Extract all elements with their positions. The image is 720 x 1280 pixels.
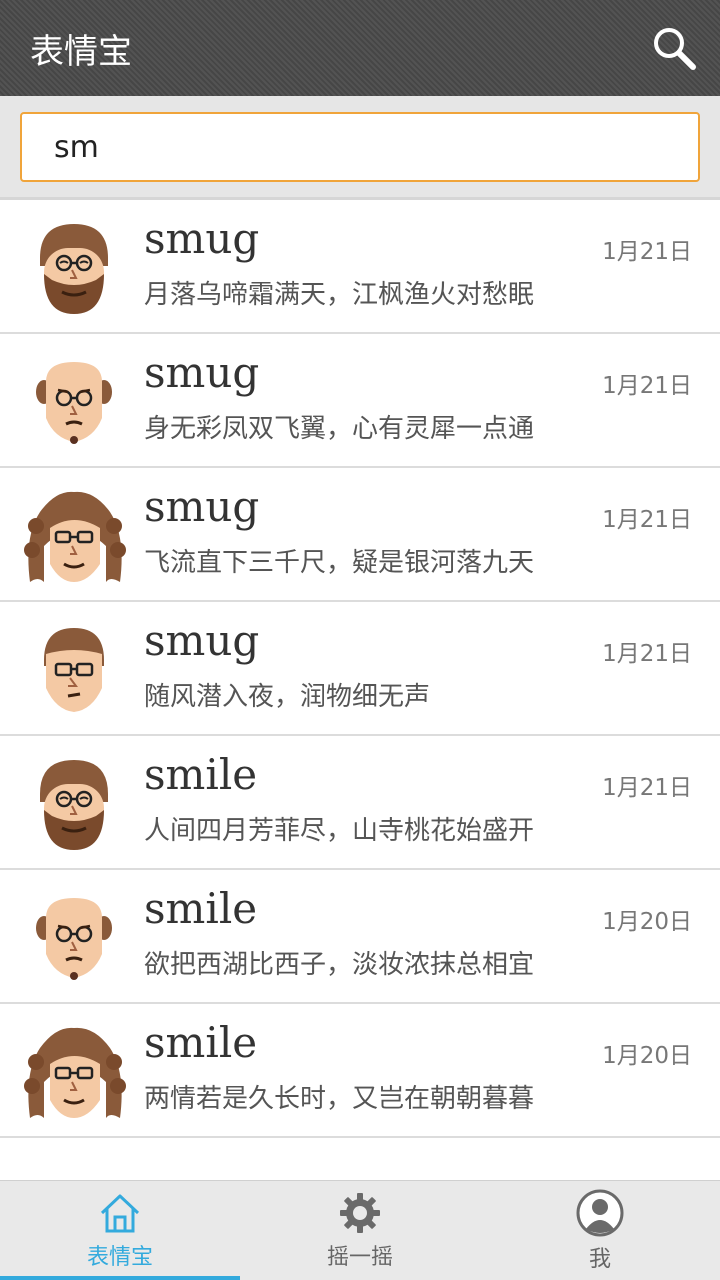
gear-icon [340, 1192, 380, 1233]
nav-home[interactable]: 表情宝 [0, 1181, 240, 1280]
app-title: 表情宝 [30, 31, 132, 72]
top-app-bar: 表情宝 [0, 0, 720, 96]
item-subtitle: 欲把西湖比西子，淡妆浓抹总相宜 [144, 950, 535, 980]
item-title: smile [144, 1018, 258, 1067]
nav-shake[interactable]: 摇一摇 [240, 1181, 480, 1280]
home-icon [100, 1194, 140, 1232]
item-subtitle: 身无彩凤双飞翼，心有灵犀一点通 [144, 414, 535, 444]
curly-hair-avatar [22, 1026, 126, 1120]
glasses-man-avatar [42, 626, 106, 714]
item-date: 1月21日 [602, 373, 692, 399]
bearded-man-avatar [38, 222, 110, 316]
item-title: smile [144, 750, 258, 799]
search-icon [654, 28, 696, 70]
user-icon [576, 1189, 624, 1236]
item-date: 1月20日 [602, 1043, 692, 1069]
item-subtitle: 月落乌啼霜满天，江枫渔火对愁眠 [144, 280, 535, 310]
nav-me-label: 我 [588, 1246, 611, 1272]
list-item[interactable]: smile 欲把西湖比西子，淡妆浓抹总相宜 1月20日 [0, 870, 720, 1004]
curly-hair-avatar [22, 490, 126, 584]
item-subtitle: 飞流直下三千尺，疑是银河落九天 [144, 548, 535, 578]
bearded-man-avatar [38, 758, 110, 852]
search-button[interactable] [650, 24, 698, 72]
item-date: 1月21日 [602, 641, 692, 667]
list-item[interactable]: smug 随风潜入夜，润物细无声 1月21日 [0, 602, 720, 736]
item-subtitle: 人间四月芳菲尽，山寺桃花始盛开 [144, 816, 535, 846]
list-item[interactable]: smug 身无彩凤双飞翼，心有灵犀一点通 1月21日 [0, 334, 720, 468]
item-subtitle: 随风潜入夜，润物细无声 [144, 682, 431, 712]
item-date: 1月21日 [602, 775, 692, 801]
item-title: smug [144, 616, 260, 665]
bottom-navigation: 表情宝 摇一摇 我 [0, 1180, 720, 1280]
list-item[interactable]: smug 飞流直下三千尺，疑是银河落九天 1月21日 [0, 468, 720, 602]
item-subtitle: 两情若是久长时，又岂在朝朝暮暮 [144, 1084, 535, 1114]
search-input[interactable] [20, 112, 700, 182]
item-date: 1月21日 [602, 507, 692, 533]
item-title: smug [144, 482, 260, 531]
list-item[interactable]: smile 人间四月芳菲尽，山寺桃花始盛开 1月21日 [0, 736, 720, 870]
item-title: smug [144, 214, 260, 263]
bald-man-avatar [34, 896, 114, 982]
item-title: smile [144, 884, 258, 933]
item-title: smug [144, 348, 260, 397]
list-item[interactable]: smile 两情若是久长时，又岂在朝朝暮暮 1月20日 [0, 1004, 720, 1138]
nav-shake-label: 摇一摇 [326, 1244, 393, 1270]
nav-me[interactable]: 我 [480, 1181, 720, 1280]
result-list: smug 月落乌啼霜满天，江枫渔火对愁眠 1月21日 smug 身无彩凤双飞翼，… [0, 200, 720, 1138]
nav-home-label: 表情宝 [86, 1244, 153, 1270]
item-date: 1月20日 [602, 909, 692, 935]
bald-man-avatar [34, 360, 114, 446]
search-area [0, 96, 720, 200]
list-item[interactable]: smug 月落乌啼霜满天，江枫渔火对愁眠 1月21日 [0, 200, 720, 334]
item-date: 1月21日 [602, 239, 692, 265]
